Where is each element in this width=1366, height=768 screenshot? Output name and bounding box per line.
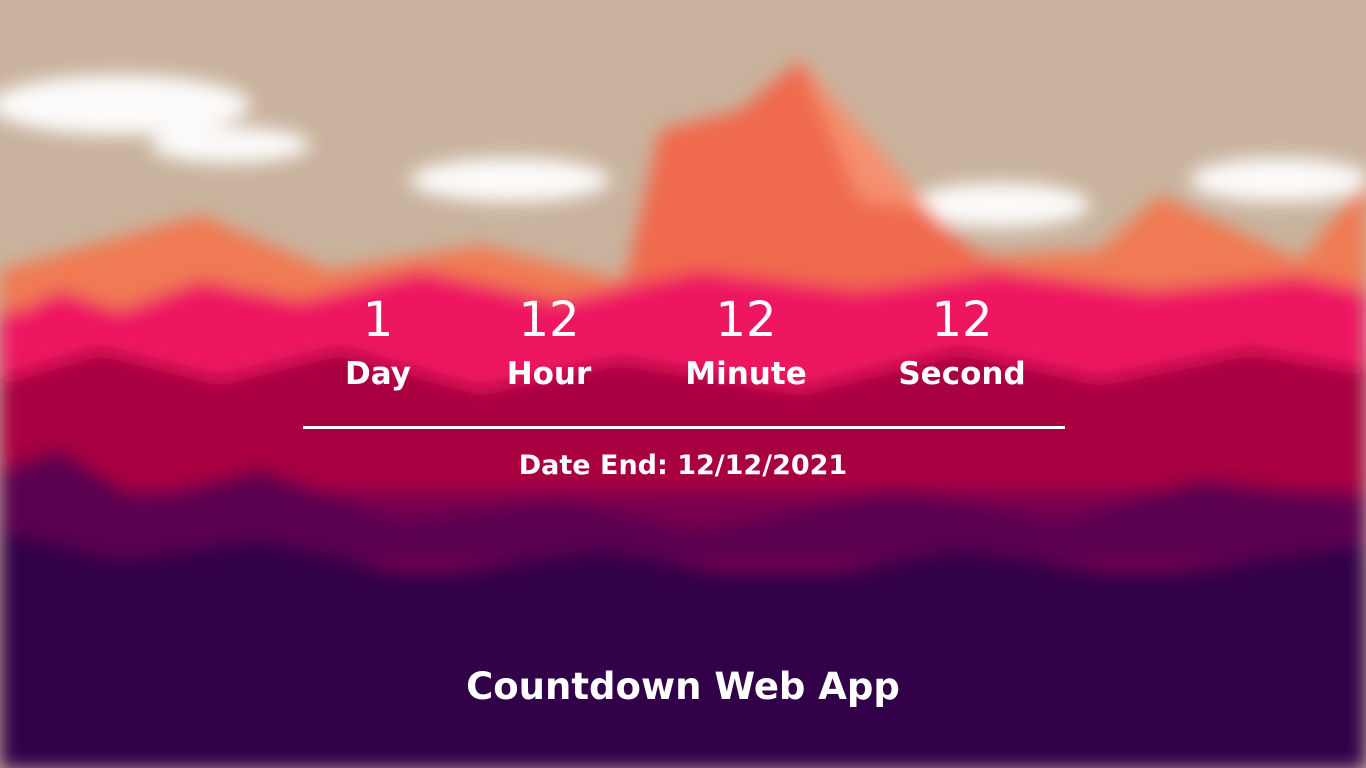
countdown-minutes: 12 Minute [636, 290, 856, 394]
hours-label: Hour [506, 356, 592, 392]
seconds-value: 12 [931, 292, 993, 348]
countdown-seconds: 12 Second [852, 290, 1072, 394]
minutes-value: 12 [715, 292, 777, 348]
countdown-hours: 12 Hour [439, 290, 659, 394]
date-end-text: Date End: 12/12/2021 [518, 450, 848, 481]
divider-line [303, 426, 1065, 429]
app-title: Countdown Web App [466, 665, 900, 708]
minutes-label: Minute [685, 356, 807, 392]
hours-value: 12 [518, 292, 580, 348]
seconds-label: Second [898, 356, 1026, 392]
